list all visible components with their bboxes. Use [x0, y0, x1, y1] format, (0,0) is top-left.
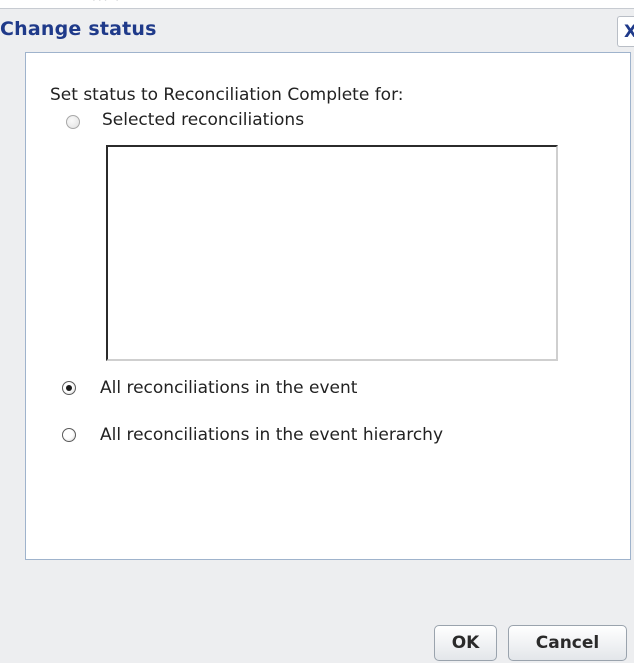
radio-all-in-hierarchy[interactable]: [62, 428, 76, 442]
option-selected-reconciliations[interactable]: Selected reconciliations: [66, 110, 304, 130]
ok-button[interactable]: OK: [434, 625, 497, 661]
dialog-title-bar[interactable]: Change status X: [0, 9, 634, 53]
selected-reconciliations-list[interactable]: [106, 145, 558, 361]
option-all-in-event[interactable]: All reconciliations in the event: [62, 378, 357, 398]
dialog-content-panel: Set status to Reconciliation Complete fo…: [25, 52, 631, 560]
option-all-in-hierarchy[interactable]: All reconciliations in the event hierarc…: [62, 425, 443, 445]
option-label-all-in-hierarchy: All reconciliations in the event hierarc…: [100, 425, 444, 445]
background-window-fragment: ··· ·: [92, 0, 122, 7]
change-status-dialog: Change status X Set status to Reconcilia…: [0, 8, 634, 663]
dialog-title: Change status: [0, 18, 157, 40]
option-label-all-in-event: All reconciliations in the event: [100, 378, 358, 398]
radio-selected-reconciliations[interactable]: [66, 115, 80, 129]
radio-all-in-event[interactable]: [62, 381, 76, 395]
option-label-selected-reconciliations: Selected reconciliations: [102, 110, 305, 130]
status-prompt: Set status to Reconciliation Complete fo…: [50, 85, 404, 105]
close-button[interactable]: X: [617, 16, 634, 47]
cancel-button[interactable]: Cancel: [508, 625, 627, 661]
close-icon: X: [624, 22, 634, 42]
